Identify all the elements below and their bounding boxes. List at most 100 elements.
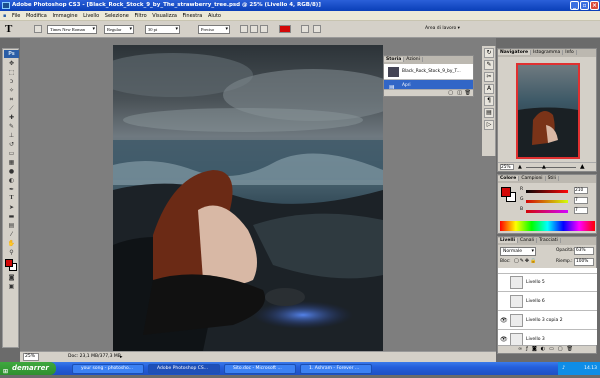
gradient-tool-icon[interactable]: ▦ — [6, 158, 17, 167]
new-layer-icon[interactable]: ▢ — [558, 346, 567, 352]
crop-tool-icon[interactable]: ⌗ — [6, 95, 17, 104]
actions-icon[interactable]: ▷ — [484, 120, 494, 130]
color-spectrum-ramp[interactable] — [500, 221, 595, 231]
font-size-select[interactable]: 30 pt — [145, 25, 180, 34]
menu-modifica[interactable]: Modifica — [26, 13, 47, 19]
warp-text-icon[interactable] — [301, 25, 309, 33]
magic-wand-icon[interactable]: ✧ — [6, 86, 17, 95]
font-family-select[interactable]: Times New Roman — [47, 25, 97, 34]
align-center-icon[interactable] — [250, 25, 258, 33]
blue-slider[interactable] — [526, 210, 568, 213]
layer-row[interactable]: Livello 5 — [498, 274, 597, 292]
tab-stili[interactable]: Stili — [545, 176, 559, 181]
brush-tool-icon[interactable]: ✎ — [6, 122, 17, 131]
align-left-icon[interactable] — [240, 25, 248, 33]
document-canvas[interactable] — [113, 45, 383, 351]
maximize-button[interactable]: ▫ — [580, 1, 589, 10]
blend-mode-select[interactable]: Normale — [500, 247, 536, 256]
pen-tool-icon[interactable]: ✒ — [6, 185, 17, 194]
tab-campioni[interactable]: Campioni — [519, 176, 546, 181]
history-brush-icon[interactable]: ↺ — [6, 140, 17, 149]
eyedropper-tool-icon[interactable]: ⁄ — [6, 230, 17, 239]
type-tool-icon[interactable]: T — [5, 23, 12, 35]
red-value-field[interactable]: 210 — [574, 187, 588, 194]
tool-presets-icon[interactable]: ✂ — [484, 72, 494, 82]
lock-icons[interactable]: ▢✎✥🔒 — [514, 258, 537, 264]
menu-file[interactable]: File — [12, 13, 20, 19]
screen-mode-icon[interactable]: ▣ — [6, 282, 17, 291]
status-zoom-field[interactable]: 25% — [23, 353, 39, 361]
menu-visualizza[interactable]: Visualizza — [152, 13, 177, 19]
layer-row[interactable]: 👁 Livello 3 — [498, 331, 597, 345]
zoom-tool-icon[interactable]: ⚲ — [6, 248, 17, 257]
menu-livello[interactable]: Livello — [83, 13, 99, 19]
character-panel-icon[interactable] — [313, 25, 321, 33]
navigator-thumbnail[interactable] — [516, 63, 580, 159]
history-snapshot[interactable]: Black_Rock_Stock_9_by_T... — [384, 64, 473, 80]
lasso-tool-icon[interactable]: ↄ — [6, 77, 17, 86]
slice-tool-icon[interactable]: ⟋ — [6, 104, 17, 113]
history-panel-icon[interactable]: ↻ — [484, 48, 494, 58]
layer-row[interactable]: 👁 Livello 3 copia 2 — [498, 312, 597, 330]
menu-finestra[interactable]: Finestra — [183, 13, 203, 19]
tab-istogramma[interactable]: Istogramma — [531, 50, 564, 55]
eraser-tool-icon[interactable]: ▭ — [6, 149, 17, 158]
tab-azioni[interactable]: Azioni — [404, 57, 423, 62]
path-selection-icon[interactable]: ➤ — [6, 203, 17, 212]
taskbar-item-active[interactable]: Adobe Photoshop CS... — [148, 364, 220, 374]
taskbar-item[interactable]: Sito.doc - Microsoft ... — [224, 364, 296, 374]
quick-mask-icon[interactable]: ◙ — [6, 273, 17, 282]
layer-row[interactable]: Livello 6 — [498, 293, 597, 311]
close-button[interactable]: × — [590, 1, 599, 10]
layer-comps-icon[interactable]: ▤ — [484, 108, 494, 118]
foreground-color-swatch[interactable] — [5, 259, 13, 267]
tab-livelli[interactable]: Livelli — [498, 238, 519, 243]
tab-canali[interactable]: Canali — [518, 238, 538, 243]
green-slider[interactable] — [526, 200, 568, 203]
status-menu-arrow[interactable]: ▸ — [120, 352, 123, 362]
zoom-slider-track[interactable] — [526, 167, 576, 168]
trash-icon[interactable]: 🗑 — [465, 90, 471, 96]
link-layers-icon[interactable]: ∞ — [518, 346, 526, 352]
healing-brush-icon[interactable]: ✚ — [6, 113, 17, 122]
brushes-panel-icon[interactable]: ✎ — [484, 60, 494, 70]
shape-tool-icon[interactable]: ▬ — [6, 212, 17, 221]
antialias-select[interactable]: Preciso — [198, 25, 230, 34]
taskbar-item[interactable]: your song - photosho... — [72, 364, 144, 374]
notes-tool-icon[interactable]: ▤ — [6, 221, 17, 230]
tab-tracciati[interactable]: Tracciati — [537, 238, 561, 243]
clone-stamp-icon[interactable]: ⊥ — [6, 131, 17, 140]
type-tool-icon[interactable]: T — [6, 194, 17, 203]
text-color-swatch[interactable] — [279, 25, 291, 33]
color-fg-swatch[interactable] — [501, 187, 511, 197]
blur-tool-icon[interactable]: ● — [6, 167, 17, 176]
new-snapshot-icon[interactable]: ◫ — [457, 90, 462, 96]
menu-filtro[interactable]: Filtro — [134, 13, 146, 19]
eye-icon[interactable]: 👁 — [500, 337, 508, 343]
zoom-slider-thumb[interactable]: ▲ — [542, 164, 546, 170]
paragraph-panel-icon[interactable]: ¶ — [484, 96, 494, 106]
zoom-in-icon[interactable]: ▲ — [580, 163, 585, 170]
adjustment-layer-icon[interactable]: ◐ — [541, 346, 549, 352]
align-right-icon[interactable] — [260, 25, 268, 33]
zoom-out-icon[interactable]: ▲ — [518, 164, 522, 170]
taskbar-item[interactable]: 1. Ashram - Forever ... — [300, 364, 372, 374]
document-icon[interactable]: ▪ — [3, 13, 6, 19]
menu-immagine[interactable]: Immagine — [52, 13, 77, 19]
tab-colore[interactable]: Colore — [498, 176, 520, 181]
navigator-zoom-field[interactable]: 25% — [500, 164, 514, 170]
red-slider[interactable] — [526, 190, 568, 193]
fill-field[interactable]: 100% — [574, 258, 594, 266]
move-tool-icon[interactable]: ✥ — [6, 59, 17, 68]
marquee-tool-icon[interactable]: ⬚ — [6, 68, 17, 77]
tab-navigatore[interactable]: Navigatore — [498, 50, 532, 55]
menu-selezione[interactable]: Selezione — [105, 13, 129, 19]
hand-tool-icon[interactable]: ✋ — [6, 239, 17, 248]
minimize-button[interactable]: _ — [570, 1, 579, 10]
menu-aiuto[interactable]: Aiuto — [208, 13, 221, 19]
visibility-toggle[interactable] — [500, 280, 508, 286]
delete-layer-icon[interactable]: 🗑 — [567, 346, 577, 352]
eye-icon[interactable]: 👁 — [500, 318, 508, 324]
new-document-icon[interactable]: ▢ — [448, 90, 453, 96]
opacity-field[interactable]: 63% — [574, 247, 594, 255]
